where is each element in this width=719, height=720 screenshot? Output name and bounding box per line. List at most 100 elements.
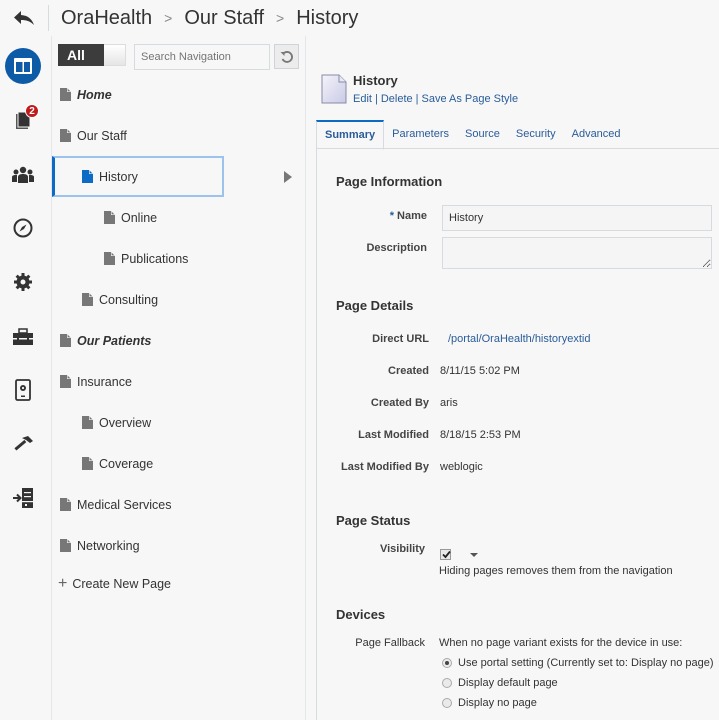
notification-badge: 2 xyxy=(25,104,39,118)
nav-item[interactable]: Overview xyxy=(52,402,306,443)
detail-row: Last Modified xyxy=(317,429,429,445)
top-bar: OraHealth > Our Staff > History xyxy=(0,0,719,36)
rail-item-users[interactable] xyxy=(0,155,46,195)
fallback-option-label[interactable]: Display default page xyxy=(458,677,558,689)
users-icon xyxy=(12,166,34,183)
navigation-panel: All Home Our Staff History Online Publicatio… xyxy=(52,36,306,720)
visibility-checkbox[interactable] xyxy=(440,549,451,560)
name-input[interactable] xyxy=(442,205,712,231)
nav-item[interactable]: Our Patients xyxy=(52,320,306,361)
tab-source[interactable]: Source xyxy=(457,120,508,149)
search-navigation-input[interactable] xyxy=(134,44,270,70)
rail-item-pages[interactable] xyxy=(0,46,46,86)
fallback-radio[interactable] xyxy=(442,698,452,708)
page-icon xyxy=(60,539,71,552)
rail-item-navigation[interactable] xyxy=(0,208,46,248)
fallback-radio[interactable] xyxy=(442,678,452,688)
toolbox-icon xyxy=(13,328,33,345)
page-icon xyxy=(60,88,71,101)
nav-item[interactable]: Medical Services xyxy=(52,484,306,525)
separator: | xyxy=(374,93,378,105)
breadcrumb-current: History xyxy=(296,6,359,29)
detail-value: aris xyxy=(440,397,458,409)
page-icon xyxy=(60,375,71,388)
nav-item-label: Our Patients xyxy=(77,333,152,348)
nav-item-label: Online xyxy=(121,210,158,225)
nav-item[interactable]: Coverage xyxy=(52,443,306,484)
refresh-button[interactable] xyxy=(274,44,299,69)
expand-arrow-icon[interactable] xyxy=(284,171,292,183)
import-export-icon xyxy=(13,488,33,508)
rail-item-device-settings[interactable] xyxy=(0,370,46,410)
separator: | xyxy=(415,93,419,105)
section-heading-page-status: Page Status xyxy=(336,513,411,528)
tab-security[interactable]: Security xyxy=(508,120,564,149)
checkmark-icon xyxy=(442,550,451,559)
name-label: * Name xyxy=(390,210,427,222)
direct-url-link[interactable]: /portal/OraHealth/historyextid xyxy=(448,333,590,345)
tab-bar: Summary Parameters Source Security Advan… xyxy=(316,120,719,150)
rail-item-import-export[interactable] xyxy=(0,478,46,518)
page-icon xyxy=(104,252,115,265)
delete-link[interactable]: Delete xyxy=(381,93,413,105)
nav-item-label: Overview xyxy=(99,415,152,430)
nav-item[interactable]: Home xyxy=(52,74,306,115)
description-label: Description xyxy=(366,242,427,254)
rail-item-toolbox[interactable] xyxy=(0,317,46,357)
page-icon xyxy=(60,334,71,347)
compass-icon xyxy=(13,218,33,238)
nav-item[interactable]: Publications xyxy=(52,238,306,279)
nav-item[interactable]: Networking xyxy=(52,525,306,566)
page-fallback-label: Page Fallback xyxy=(355,637,425,649)
tab-parameters[interactable]: Parameters xyxy=(384,120,457,149)
description-textarea[interactable] xyxy=(442,237,712,269)
toggle-knob xyxy=(104,44,126,66)
fallback-option-label[interactable]: Display no page xyxy=(458,697,537,709)
back-button[interactable] xyxy=(0,0,48,36)
nav-item-label: Publications xyxy=(121,251,189,266)
fallback-option-label[interactable]: Use portal setting (Currently set to: Di… xyxy=(458,657,714,669)
device-settings-icon xyxy=(15,379,31,401)
breadcrumb-our-staff[interactable]: Our Staff xyxy=(184,7,264,30)
create-new-page-button[interactable]: + Create New Page xyxy=(58,576,171,592)
nav-item-label: History xyxy=(99,169,138,184)
gear-icon xyxy=(14,273,32,291)
tab-summary[interactable]: Summary xyxy=(316,120,385,150)
nav-item[interactable]: Online xyxy=(52,197,306,238)
fallback-radio[interactable] xyxy=(442,658,452,668)
rail-item-assets[interactable]: 2 xyxy=(0,100,46,140)
all-toggle[interactable]: All xyxy=(58,44,126,66)
required-indicator: * xyxy=(389,210,395,222)
save-as-page-style-link[interactable]: Save As Page Style xyxy=(421,93,518,105)
visibility-hint: Hiding pages removes them from the navig… xyxy=(439,565,673,577)
page-icon xyxy=(82,293,93,306)
nav-item[interactable]: Consulting xyxy=(52,279,306,320)
detail-row: Created xyxy=(317,365,429,381)
page-document-icon xyxy=(321,74,347,104)
nav-item-label: Home xyxy=(77,87,112,102)
fallback-intro: When no page variant exists for the devi… xyxy=(439,637,683,649)
edit-link[interactable]: Edit xyxy=(353,93,372,105)
rail-item-settings[interactable] xyxy=(0,262,46,302)
nav-item[interactable]: Our Staff xyxy=(52,115,306,156)
visibility-dropdown-caret[interactable] xyxy=(470,553,478,557)
detail-value: 8/18/15 2:53 PM xyxy=(440,429,521,441)
detail-label: Created By xyxy=(370,397,429,409)
visibility-label: Visibility xyxy=(379,543,425,555)
rail-item-build[interactable] xyxy=(0,424,46,464)
nav-item[interactable]: History xyxy=(52,156,224,197)
nav-item-label: Medical Services xyxy=(77,497,172,512)
nav-item-label: Our Staff xyxy=(77,128,127,143)
toggle-label: All xyxy=(58,44,104,66)
page-icon xyxy=(60,129,71,142)
detail-label: Last Modified By xyxy=(340,461,429,473)
breadcrumb-portal[interactable]: OraHealth xyxy=(61,7,152,30)
tab-advanced[interactable]: Advanced xyxy=(564,120,629,149)
page-icon xyxy=(82,457,93,470)
detail-row: Created By xyxy=(317,397,429,413)
page-icon xyxy=(104,211,115,224)
refresh-icon xyxy=(280,50,293,63)
detail-row: Direct URL xyxy=(317,333,429,349)
nav-item[interactable]: Insurance xyxy=(52,361,306,402)
nav-item-label: Insurance xyxy=(77,374,132,389)
